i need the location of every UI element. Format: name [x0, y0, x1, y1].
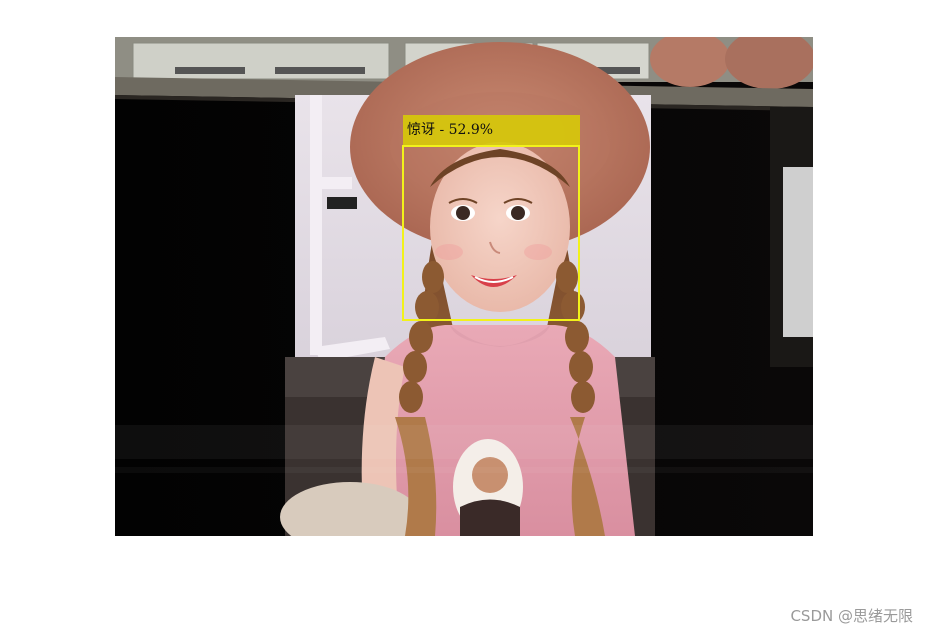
csdn-watermark: CSDN @思绪无限 [790, 607, 913, 625]
emotion-label: 惊讶 - 52.9% [403, 115, 580, 145]
face-detection-box [402, 145, 580, 321]
